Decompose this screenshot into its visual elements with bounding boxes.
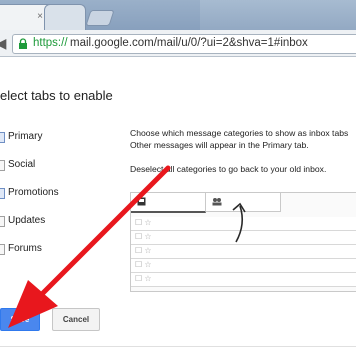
inbox-icon: [137, 197, 146, 206]
browser-tab-strip: ×: [0, 0, 356, 31]
category-label: Primary: [8, 131, 43, 142]
url-scheme: https://: [33, 37, 68, 49]
primary-checkbox[interactable]: [0, 132, 5, 143]
row-glyph: ☐ ☆: [135, 260, 152, 269]
social-checkbox[interactable]: [0, 160, 5, 171]
preview-row: ☐ ☆: [131, 259, 356, 273]
preview-row: ☐ ☆: [131, 245, 356, 259]
preview-row: ☐ ☆: [131, 217, 356, 231]
description-line: Other messages will appear in the Primar…: [130, 140, 309, 150]
category-label: Updates: [8, 215, 46, 226]
promotions-checkbox[interactable]: [0, 188, 5, 199]
address-bar[interactable]: https:// mail.google.com/mail/u/0/?ui=2&…: [12, 34, 356, 54]
preview-tab-social: [206, 193, 281, 212]
row-glyph: ☐ ☆: [135, 232, 152, 241]
lock-icon: [19, 38, 27, 49]
preview-row: ☐ ☆: [131, 231, 356, 245]
forums-checkbox[interactable]: [0, 244, 5, 255]
save-button[interactable]: Save: [0, 308, 40, 331]
category-label: Social: [8, 159, 36, 170]
cancel-button[interactable]: Cancel: [52, 308, 100, 331]
updates-checkbox[interactable]: [0, 216, 5, 227]
browser-tab-inactive[interactable]: [44, 4, 86, 31]
browser-toolbar: ◀ https:// mail.google.com/mail/u/0/?ui=…: [0, 30, 356, 57]
category-label: Promotions: [8, 187, 59, 198]
dialog-title: elect tabs to enable: [0, 88, 113, 103]
row-glyph: ☐ ☆: [135, 218, 152, 227]
back-icon[interactable]: ◀: [0, 35, 8, 51]
description-line: Choose which message categories to show …: [130, 128, 349, 138]
row-glyph: ☐ ☆: [135, 274, 152, 283]
description-line: Deselect all categories to go back to yo…: [130, 164, 327, 174]
window-titlebar: [200, 0, 356, 30]
url-text: mail.google.com/mail/u/0/?ui=2&shva=1#in…: [70, 37, 308, 49]
new-tab-button[interactable]: [85, 10, 115, 26]
preview-row: ☐ ☆: [131, 273, 356, 287]
people-icon: [212, 198, 222, 206]
preview-tab-primary: [131, 193, 206, 213]
inbox-preview: ☐ ☆ ☐ ☆ ☐ ☆ ☐ ☆ ☐ ☆: [130, 192, 356, 292]
category-label: Forums: [8, 243, 42, 254]
row-glyph: ☐ ☆: [135, 246, 152, 255]
divider: [0, 346, 356, 347]
screenshot: × ◀ https:// mail.google.com/mail/u/0/?u…: [0, 0, 356, 364]
